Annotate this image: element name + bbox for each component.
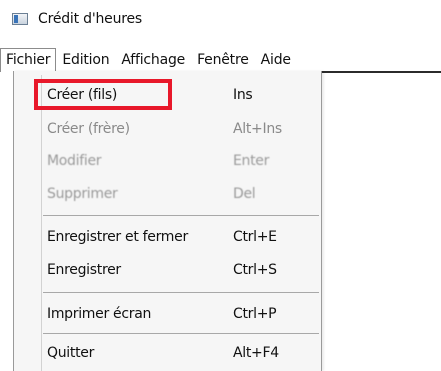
menu-item-creer-frere[interactable]: Créer (frère) Alt+Ins	[14, 113, 321, 145]
menu-item-shortcut: Ctrl+E	[233, 229, 277, 245]
menu-item-label: Enregistrer	[47, 262, 121, 278]
highlight-box	[34, 79, 172, 110]
menu-item-label: Imprimer écran	[47, 306, 152, 322]
menu-fenetre[interactable]: Fenêtre	[191, 48, 255, 72]
menu-item-shortcut: Ctrl+S	[233, 262, 277, 278]
menu-item-quitter[interactable]: Quitter Alt+F4	[14, 337, 321, 369]
menu-item-shortcut: Ctrl+P	[233, 306, 277, 322]
menu-item-shortcut: Alt+F4	[233, 345, 279, 361]
menu-bar: Fichier Edition Affichage Fenêtre Aide	[0, 48, 441, 72]
menu-edition[interactable]: Edition	[56, 48, 115, 72]
menu-item-label: Supprimer	[47, 186, 118, 202]
menu-item-label: Modifier	[47, 153, 102, 169]
menu-separator	[43, 215, 319, 216]
menu-fichier[interactable]: Fichier	[0, 48, 57, 72]
menu-affichage[interactable]: Affichage	[115, 48, 191, 72]
fichier-dropdown-menu: Créer (fils) Ins Créer (frère) Alt+Ins M…	[13, 71, 322, 371]
menu-item-label: Enregistrer et fermer	[47, 229, 188, 245]
menu-item-shortcut: Enter	[233, 153, 270, 169]
menu-item-enregistrer[interactable]: Enregistrer Ctrl+S	[14, 254, 321, 286]
menu-separator	[43, 333, 319, 334]
menu-item-shortcut: Del	[233, 186, 256, 202]
window-title: Crédit d'heures	[38, 11, 143, 27]
menu-item-label: Créer (frère)	[47, 121, 130, 137]
menu-item-enregistrer-fermer[interactable]: Enregistrer et fermer Ctrl+E	[14, 221, 321, 253]
title-bar: Crédit d'heures	[0, 0, 441, 38]
menu-item-modifier[interactable]: Modifier Enter	[14, 145, 321, 177]
menu-item-imprimer-ecran[interactable]: Imprimer écran Ctrl+P	[14, 298, 321, 330]
menu-separator	[43, 292, 319, 293]
menu-item-shortcut: Ins	[233, 87, 253, 103]
menu-item-shortcut: Alt+Ins	[233, 121, 282, 137]
app-window-icon	[12, 13, 28, 25]
menu-item-supprimer[interactable]: Supprimer Del	[14, 178, 321, 210]
menu-aide[interactable]: Aide	[255, 48, 297, 72]
menu-item-label: Quitter	[47, 345, 95, 361]
